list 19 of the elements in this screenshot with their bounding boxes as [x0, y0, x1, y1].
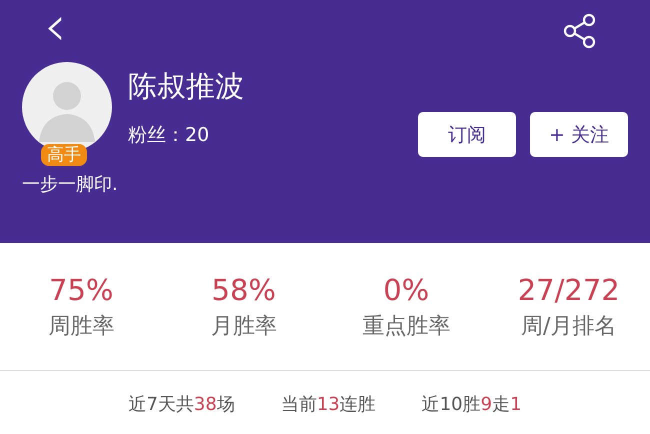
user-name: 陈叔推波 — [128, 68, 244, 105]
stat-label: 月胜率 — [210, 312, 277, 340]
stat-label: 重点胜率 — [362, 312, 450, 340]
user-motto: 一步一脚印. — [22, 173, 118, 196]
stat-value: 0% — [383, 272, 430, 306]
action-button[interactable]: 订阅 — [418, 112, 516, 157]
stat-value: 27/272 — [518, 272, 620, 306]
stat-value: 75% — [49, 272, 114, 306]
share-icon[interactable] — [562, 13, 598, 49]
record-summary: 当前13连胜 — [280, 393, 376, 416]
stat-label: 周胜率 — [48, 312, 114, 340]
record-summary: 近7天共38场 — [128, 393, 235, 416]
level-badge: 高手 — [41, 144, 87, 166]
action-button[interactable]: + 关注 — [530, 112, 628, 157]
record-summary: 近10胜9走1 — [422, 393, 522, 416]
stat-value: 58% — [212, 272, 276, 306]
followers-count: 粉丝：20 — [128, 123, 210, 148]
back-button[interactable]: ‹ — [22, 0, 66, 63]
stat-label: 周/月排名 — [521, 312, 616, 340]
